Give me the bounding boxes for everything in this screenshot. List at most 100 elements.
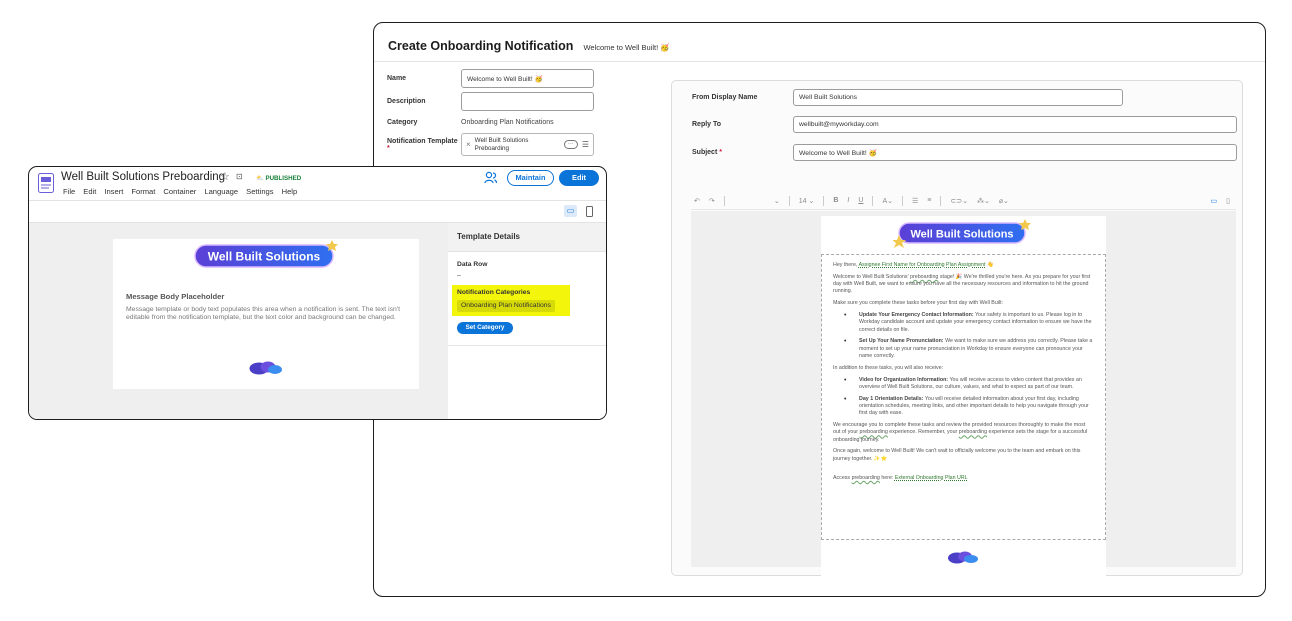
toolbar-divider <box>901 195 903 206</box>
intro-paragraph: Welcome to Well Built Solutions' preboar… <box>833 273 1091 295</box>
category-row: Category Onboarding Plan Notifications <box>387 119 554 126</box>
name-row: Name Welcome to Well Built! 🥳 <box>387 69 594 88</box>
template-value: Well Built Solutions Preboarding <box>474 136 529 152</box>
menu-language[interactable]: Language <box>204 187 238 196</box>
redo-icon[interactable]: ↷ <box>709 197 715 205</box>
subject-row: Subject * Welcome to Well Built! 🥳 <box>692 144 1237 161</box>
placeholder-heading: Message Body Placeholder <box>126 292 225 301</box>
desktop-view-icon[interactable]: ▭ <box>1211 197 1218 205</box>
italic-icon[interactable]: I <box>847 197 849 204</box>
title-bar: Well Built Solutions Preboarding ☆ ⊡ ⛅ P… <box>29 167 606 200</box>
font-family-select[interactable]: ⌄ <box>734 197 780 205</box>
mobile-view-icon[interactable]: ▯ <box>1226 197 1230 205</box>
numbered-list-icon[interactable]: ≡ <box>927 197 931 204</box>
menu-bar: File Edit Insert Format Container Langua… <box>63 187 297 196</box>
view-toolbar: ▭ <box>29 200 606 223</box>
folder-icon[interactable]: ⊡ <box>236 172 243 181</box>
editor-toolbar: ↶ ↷ ⌄ 14 ⌄ B I U A⌄ ☰ ≡ ⊂⊃⌄ ⁂⌄ ⌀⌄ ▭ ▯ <box>691 192 1236 210</box>
closing-paragraph: Once again, welcome to Well Built! We ca… <box>833 448 1081 462</box>
font-size-select[interactable]: 14 ⌄ <box>799 197 815 205</box>
template-preview: Well Built Solutions Message Body Placeh… <box>113 239 419 389</box>
menu-format[interactable]: Format <box>131 187 155 196</box>
edit-button[interactable]: Edit <box>559 170 599 186</box>
list-item: Update Your Emergency Contact Informatio… <box>833 312 1094 334</box>
page-header: Create Onboarding Notification Welcome t… <box>388 39 670 53</box>
subject-field[interactable]: Welcome to Well Built! 🥳 <box>793 144 1237 161</box>
document-title: Well Built Solutions Preboarding <box>61 171 226 183</box>
attach-icon[interactable]: ⌀⌄ <box>999 197 1009 205</box>
link-icon[interactable]: ⊂⊃⌄ <box>950 197 968 205</box>
document-icon <box>38 173 54 193</box>
toolbar-divider <box>940 195 942 206</box>
reply-row: Reply To wellbuilt@myworkday.com <box>692 116 1237 133</box>
category-chip[interactable]: Onboarding Plan Notifications <box>457 300 555 312</box>
underline-icon[interactable]: U <box>858 197 863 204</box>
onboarding-url-merge-field[interactable]: External Onboarding Plan URL <box>895 475 968 481</box>
more-options-icon[interactable]: ··· <box>563 140 578 149</box>
category-label: Category <box>387 119 418 126</box>
reply-to-field[interactable]: wellbuilt@myworkday.com <box>793 116 1237 133</box>
list-item: Day 1 Orientation Details: You will rece… <box>833 396 1094 418</box>
assignee-merge-field[interactable]: Assignee First Name for Onboarding Plan … <box>859 262 986 268</box>
from-display-name-field[interactable]: Well Built Solutions <box>793 89 1123 106</box>
required-marker: * <box>387 144 390 152</box>
text-color-icon[interactable]: A⌄ <box>882 197 893 205</box>
menu-insert[interactable]: Insert <box>104 187 123 196</box>
bold-icon[interactable]: B <box>833 197 838 204</box>
list-item: Video for Organization Information: You … <box>833 377 1094 392</box>
tasks-intro: Make sure you complete these tasks befor… <box>833 300 1004 307</box>
template-editor-window: Well Built Solutions Preboarding ☆ ⊡ ⛅ P… <box>28 166 607 420</box>
view-toggle: ▭ ▯ <box>1211 197 1236 205</box>
details-header: Template Details <box>448 223 606 252</box>
email-editor-canvas: Well Built Solutions Hey there, Assignee… <box>691 211 1236 582</box>
maintain-button[interactable]: Maintain <box>507 170 554 186</box>
email-preview: Well Built Solutions Hey there, Assignee… <box>821 216 1106 582</box>
undo-icon[interactable]: ↶ <box>694 197 700 205</box>
details-title: Template Details <box>457 232 520 241</box>
toolbar-divider <box>788 195 790 206</box>
menu-file[interactable]: File <box>63 187 75 196</box>
categories-label: Notification Categories <box>457 289 531 296</box>
template-row: Notification Template * × Well Built Sol… <box>387 133 594 156</box>
description-field[interactable] <box>461 92 594 111</box>
header-divider <box>374 61 1265 62</box>
encourage-paragraph: We encourage you to complete these tasks… <box>833 422 1088 443</box>
toolbar-divider <box>823 195 825 206</box>
star-icon[interactable]: ☆ <box>220 170 230 183</box>
menu-edit[interactable]: Edit <box>83 187 96 196</box>
remove-icon[interactable]: × <box>466 140 471 149</box>
set-category-button[interactable]: Set Category <box>457 322 513 334</box>
reply-label: Reply To <box>692 121 722 128</box>
mobile-view-icon[interactable] <box>586 206 593 217</box>
template-canvas: Well Built Solutions Message Body Placeh… <box>29 223 448 419</box>
receive-list: Video for Organization Information: You … <box>833 377 1094 418</box>
email-settings-panel: From Display Name Well Built Solutions R… <box>671 80 1243 582</box>
subject-label: Subject * <box>692 149 722 156</box>
desktop-view-icon[interactable]: ▭ <box>564 205 577 217</box>
description-row: Description <box>387 92 594 111</box>
placeholder-text: Message template or body text populates … <box>126 306 400 322</box>
insert-field-icon[interactable]: ⁂⌄ <box>977 197 990 205</box>
toolbar-divider <box>723 195 725 206</box>
menu-help[interactable]: Help <box>282 187 298 196</box>
template-selector[interactable]: × Well Built Solutions Preboarding ··· ☰ <box>461 133 594 156</box>
template-label: Notification Template * <box>387 137 458 152</box>
access-line: Access preboarding here: External Onboar… <box>833 475 968 482</box>
description-label: Description <box>387 98 426 105</box>
message-body[interactable]: Hey there, Assignee First Name for Onboa… <box>821 254 1106 540</box>
list-item: Set Up Your Name Pronunciation: We want … <box>833 338 1094 360</box>
people-icon[interactable] <box>484 171 497 184</box>
page-title: Create Onboarding Notification <box>388 39 574 53</box>
toolbar-divider <box>872 195 874 206</box>
brand-banner: Well Built Solutions <box>893 219 1031 248</box>
cloud-logo-icon <box>249 361 282 375</box>
page-subtitle: Welcome to Well Built! 🥳 <box>583 43 670 52</box>
required-marker: * <box>719 149 722 156</box>
banner-text: Well Built Solutions <box>208 250 321 264</box>
list-icon[interactable]: ☰ <box>582 140 589 149</box>
receive-intro: In addition to these tasks, you will als… <box>833 364 944 371</box>
bulleted-list-icon[interactable]: ☰ <box>912 197 918 205</box>
name-field[interactable]: Welcome to Well Built! 🥳 <box>461 69 594 88</box>
menu-settings[interactable]: Settings <box>246 187 273 196</box>
menu-container[interactable]: Container <box>163 187 196 196</box>
